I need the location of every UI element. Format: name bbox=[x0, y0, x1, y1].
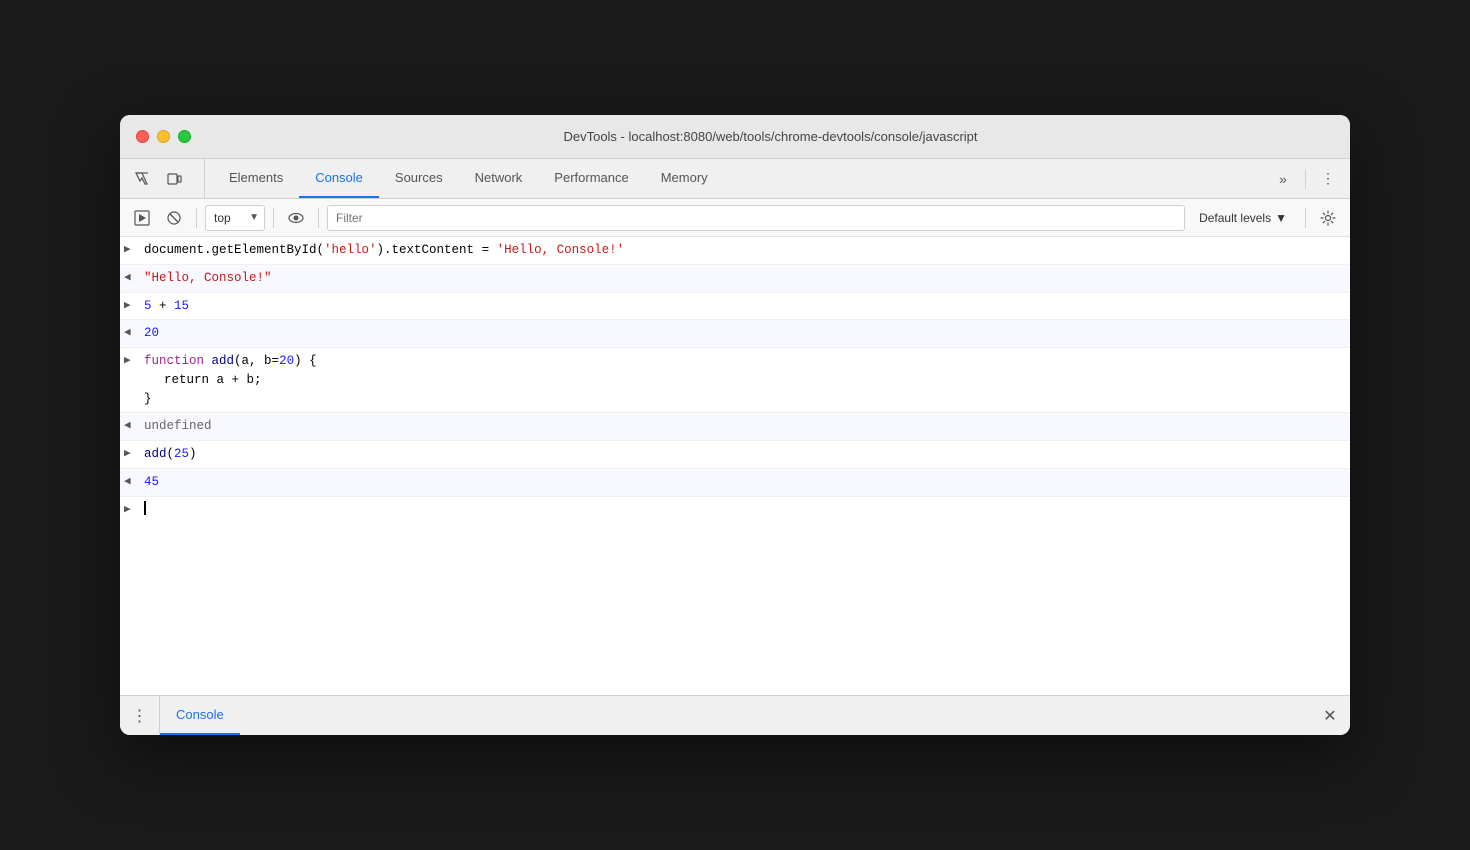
console-input-line[interactable] bbox=[144, 501, 1342, 515]
entry-content-1: document.getElementById('hello').textCon… bbox=[144, 241, 1342, 260]
entry-content-8: 45 bbox=[144, 473, 1342, 492]
context-select[interactable]: top bbox=[205, 205, 265, 231]
entry-content-7: add(25) bbox=[144, 445, 1342, 464]
entry-arrow-right-3: ▶ bbox=[124, 352, 144, 370]
more-options-button[interactable]: ⋮ bbox=[1314, 165, 1342, 193]
tab-memory[interactable]: Memory bbox=[645, 159, 724, 198]
tab-sources[interactable]: Sources bbox=[379, 159, 459, 198]
close-button[interactable] bbox=[136, 130, 149, 143]
code-line-3: } bbox=[144, 390, 1342, 409]
settings-icon[interactable] bbox=[1314, 204, 1342, 232]
entry-arrow-left-2: ◀ bbox=[124, 324, 144, 342]
devtools-window: DevTools - localhost:8080/web/tools/chro… bbox=[120, 115, 1350, 735]
title-bar: DevTools - localhost:8080/web/tools/chro… bbox=[120, 115, 1350, 159]
tab-bar: Elements Console Sources Network Perform… bbox=[120, 159, 1350, 199]
entry-content-5: function add(a, b=20) { return a + b; } bbox=[144, 352, 1342, 408]
entry-arrow-left-3: ◀ bbox=[124, 417, 144, 435]
window-title: DevTools - localhost:8080/web/tools/chro… bbox=[207, 129, 1334, 144]
console-entry-6: ◀ undefined bbox=[120, 413, 1350, 441]
traffic-lights bbox=[136, 130, 191, 143]
entry-arrow-right-5: ▶ bbox=[124, 501, 144, 519]
console-toolbar: top ▼ Default levels ▼ bbox=[120, 199, 1350, 237]
minimize-button[interactable] bbox=[157, 130, 170, 143]
tab-right-icons: » ⋮ bbox=[1269, 159, 1342, 198]
tab-console[interactable]: Console bbox=[299, 159, 379, 198]
divider bbox=[1305, 169, 1306, 189]
tab-elements[interactable]: Elements bbox=[213, 159, 299, 198]
entry-arrow-right-2: ▶ bbox=[124, 297, 144, 315]
eye-icon[interactable] bbox=[282, 204, 310, 232]
code-line-2: return a + b; bbox=[144, 371, 1342, 390]
bottom-dots-button[interactable]: ⋮ bbox=[120, 696, 160, 735]
tab-network[interactable]: Network bbox=[459, 159, 539, 198]
console-entry-1: ▶ document.getElementById('hello').textC… bbox=[120, 237, 1350, 265]
context-select-wrapper: top ▼ bbox=[205, 205, 265, 231]
default-levels-button[interactable]: Default levels ▼ bbox=[1189, 207, 1297, 229]
toolbar-divider-4 bbox=[1305, 208, 1306, 228]
tab-items: Elements Console Sources Network Perform… bbox=[213, 159, 1269, 198]
maximize-button[interactable] bbox=[178, 130, 191, 143]
clear-console-icon[interactable] bbox=[160, 204, 188, 232]
tab-left-icons bbox=[128, 159, 205, 198]
code-line-1: function add(a, b=20) { bbox=[144, 352, 1342, 371]
toolbar-divider-2 bbox=[273, 208, 274, 228]
bottom-close-button[interactable]: ✕ bbox=[1310, 696, 1350, 735]
tab-performance[interactable]: Performance bbox=[538, 159, 644, 198]
console-entry-7: ▶ add(25) bbox=[120, 441, 1350, 469]
entry-content-3: 5 + 15 bbox=[144, 297, 1342, 316]
inspect-element-icon[interactable] bbox=[128, 165, 156, 193]
entry-content-2: "Hello, Console!" bbox=[144, 269, 1342, 288]
entry-arrow-left-4: ◀ bbox=[124, 473, 144, 491]
console-entry-3: ▶ 5 + 15 bbox=[120, 293, 1350, 321]
toolbar-divider-1 bbox=[196, 208, 197, 228]
execute-script-icon[interactable] bbox=[128, 204, 156, 232]
device-toolbar-icon[interactable] bbox=[160, 165, 188, 193]
console-output[interactable]: ▶ document.getElementById('hello').textC… bbox=[120, 237, 1350, 695]
console-entry-4: ◀ 20 bbox=[120, 320, 1350, 348]
cursor-blink bbox=[144, 501, 146, 515]
bottom-bar: ⋮ Console ✕ bbox=[120, 695, 1350, 735]
toolbar-divider-3 bbox=[318, 208, 319, 228]
entry-content-6: undefined bbox=[144, 417, 1342, 436]
entry-arrow-right-4: ▶ bbox=[124, 445, 144, 463]
bottom-console-tab[interactable]: Console bbox=[160, 696, 240, 735]
console-entry-5: ▶ function add(a, b=20) { return a + b; … bbox=[120, 348, 1350, 413]
levels-dropdown-icon: ▼ bbox=[1275, 211, 1287, 225]
console-entry-cursor[interactable]: ▶ bbox=[120, 497, 1350, 523]
entry-content-4: 20 bbox=[144, 324, 1342, 343]
console-entry-2: ◀ "Hello, Console!" bbox=[120, 265, 1350, 293]
console-entry-8: ◀ 45 bbox=[120, 469, 1350, 497]
entry-arrow-right: ▶ bbox=[124, 241, 144, 259]
filter-input[interactable] bbox=[327, 205, 1185, 231]
entry-arrow-left-1: ◀ bbox=[124, 269, 144, 287]
more-tabs-button[interactable]: » bbox=[1269, 165, 1297, 193]
